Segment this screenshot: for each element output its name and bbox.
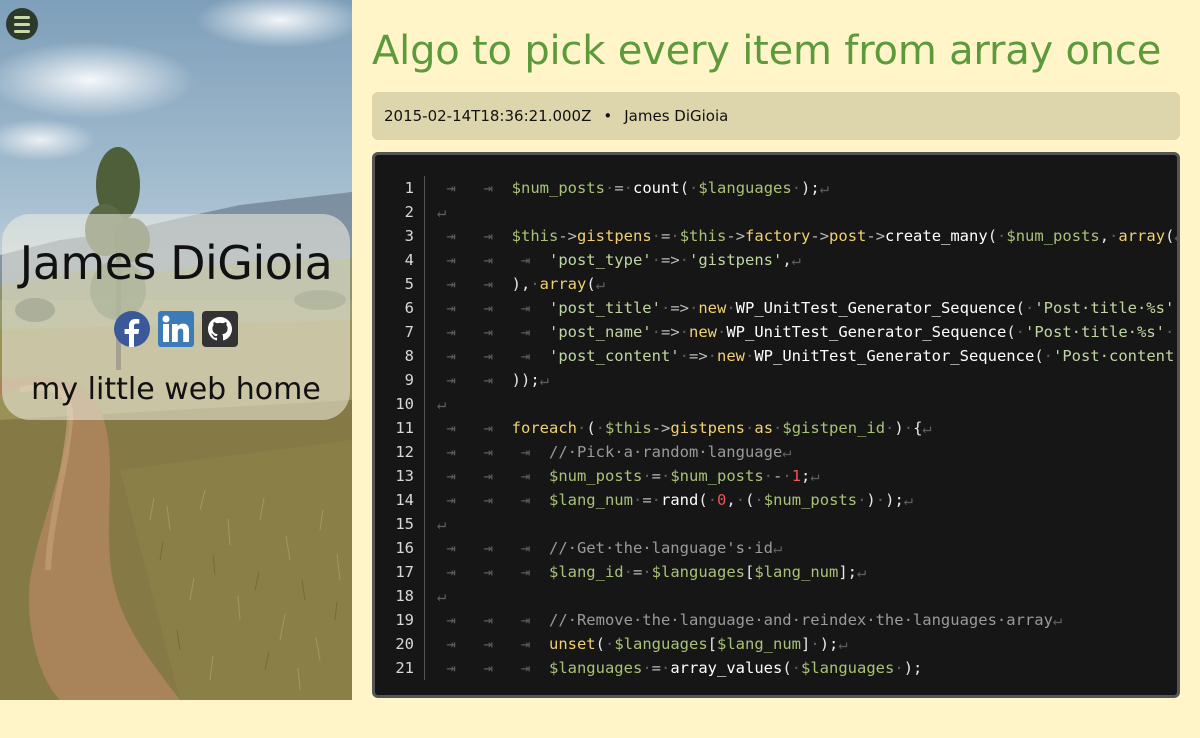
code-line: 16 ⇥ ⇥ ⇥ //·Get·the·language's·id↵ [375, 536, 1177, 560]
code-text: ⇥ ⇥ foreach·(·$this->gistpens·as·$gistpe… [437, 419, 932, 437]
code-line: 1 ⇥ ⇥ $num_posts·=·count(·$languages·);↵ [375, 176, 1177, 200]
code-block[interactable]: 1 ⇥ ⇥ $num_posts·=·count(·$languages·);↵… [372, 152, 1180, 698]
code-line: 3 ⇥ ⇥ $this->gistpens·=·$this->factory->… [375, 224, 1177, 248]
line-number: 11 [375, 416, 425, 440]
code-text: ⇥ ⇥ $num_posts·=·count(·$languages·);↵ [437, 179, 830, 197]
code-text: ↵ [437, 515, 447, 533]
line-number: 1 [375, 176, 425, 200]
code-line: 6 ⇥ ⇥ ⇥ 'post_title'·=>·new·WP_UnitTest_… [375, 296, 1177, 320]
line-number: 2 [375, 200, 425, 224]
code-text: ⇥ ⇥ ),·array(↵ [437, 275, 606, 293]
code-text: ⇥ ⇥ ⇥ 'post_title'·=>·new·WP_UnitTest_Ge… [437, 299, 1177, 317]
code-text: ⇥ ⇥ ));↵ [437, 371, 549, 389]
code-text: ⇥ ⇥ ⇥ $lang_id·=·$languages[$lang_num];↵ [437, 563, 867, 581]
line-number: 15 [375, 512, 425, 536]
post-meta-bar: 2015-02-14T18:36:21.000Z • James DiGioia [372, 92, 1180, 140]
code-line: 13 ⇥ ⇥ ⇥ $num_posts·=·$num_posts·-·1;↵ [375, 464, 1177, 488]
meta-separator: • [603, 107, 613, 125]
code-line: 15 ↵ [375, 512, 1177, 536]
line-number: 3 [375, 224, 425, 248]
code-line: 12 ⇥ ⇥ ⇥ //·Pick·a·random·language↵ [375, 440, 1177, 464]
facebook-link[interactable] [114, 311, 150, 347]
code-text: ⇥ ⇥ ⇥ //·Pick·a·random·language↵ [437, 443, 792, 461]
line-number: 14 [375, 488, 425, 512]
code-line: 21 ⇥ ⇥ ⇥ $languages·=·array_values(·$lan… [375, 656, 1177, 680]
code-line: 11 ⇥ ⇥ foreach·(·$this->gistpens·as·$gis… [375, 416, 1177, 440]
code-text: ⇥ ⇥ ⇥ $num_posts·=·$num_posts·-·1;↵ [437, 467, 820, 485]
post-author[interactable]: James DiGioia [624, 107, 728, 125]
linkedin-link[interactable] [158, 311, 194, 347]
code-lines: 1 ⇥ ⇥ $num_posts·=·count(·$languages·);↵… [375, 176, 1177, 680]
post-title: Algo to pick every item from array once [372, 28, 1162, 74]
line-number: 18 [375, 584, 425, 608]
code-text: ⇥ ⇥ ⇥ 'post_type'·=>·'gistpens',↵ [437, 251, 802, 269]
github-link[interactable] [202, 311, 238, 347]
line-number: 6 [375, 296, 425, 320]
line-number: 12 [375, 440, 425, 464]
profile-name: James DiGioia [19, 236, 333, 290]
line-number: 8 [375, 344, 425, 368]
social-links [2, 311, 350, 347]
code-line: 2 ↵ [375, 200, 1177, 224]
line-number: 13 [375, 464, 425, 488]
line-number: 17 [375, 560, 425, 584]
line-number: 4 [375, 248, 425, 272]
github-icon [202, 311, 238, 347]
code-line: 10 ↵ [375, 392, 1177, 416]
linkedin-icon [158, 311, 194, 347]
code-line: 7 ⇥ ⇥ ⇥ 'post_name'·=>·new·WP_UnitTest_G… [375, 320, 1177, 344]
code-text: ⇥ ⇥ $this->gistpens·=·$this->factory->po… [437, 227, 1177, 245]
code-line: 20 ⇥ ⇥ ⇥ unset(·$languages[$lang_num]·);… [375, 632, 1177, 656]
facebook-icon [114, 311, 150, 347]
line-number: 19 [375, 608, 425, 632]
code-line: 14 ⇥ ⇥ ⇥ $lang_num·=·rand(·0,·(·$num_pos… [375, 488, 1177, 512]
code-text: ⇥ ⇥ ⇥ 'post_name'·=>·new·WP_UnitTest_Gen… [437, 323, 1177, 341]
code-text: ⇥ ⇥ ⇥ //·Remove·the·language·and·reindex… [437, 611, 1063, 629]
line-number: 9 [375, 368, 425, 392]
line-number: 16 [375, 536, 425, 560]
menu-button[interactable] [6, 8, 38, 40]
sidebar: James DiGioia my little web home [0, 0, 352, 700]
code-line: 4 ⇥ ⇥ ⇥ 'post_type'·=>·'gistpens',↵ [375, 248, 1177, 272]
line-number: 10 [375, 392, 425, 416]
code-line: 9 ⇥ ⇥ ));↵ [375, 368, 1177, 392]
code-line: 19 ⇥ ⇥ ⇥ //·Remove·the·language·and·rein… [375, 608, 1177, 632]
code-line: 5 ⇥ ⇥ ),·array(↵ [375, 272, 1177, 296]
post-date: 2015-02-14T18:36:21.000Z [384, 107, 592, 125]
profile-card: James DiGioia my little web home [2, 214, 350, 420]
code-text: ↵ [437, 203, 447, 221]
code-text: ⇥ ⇥ ⇥ 'post_content'·=>·new·WP_UnitTest_… [437, 347, 1177, 365]
hamburger-menu-icon [14, 15, 30, 19]
tagline: my little web home [31, 372, 321, 407]
code-line: 8 ⇥ ⇥ ⇥ 'post_content'·=>·new·WP_UnitTes… [375, 344, 1177, 368]
line-number: 7 [375, 320, 425, 344]
code-text: ↵ [437, 395, 447, 413]
line-number: 20 [375, 632, 425, 656]
code-text: ↵ [437, 587, 447, 605]
code-line: 17 ⇥ ⇥ ⇥ $lang_id·=·$languages[$lang_num… [375, 560, 1177, 584]
code-line: 18 ↵ [375, 584, 1177, 608]
line-number: 21 [375, 656, 425, 680]
code-text: ⇥ ⇥ ⇥ unset(·$languages[$lang_num]·);↵ [437, 635, 848, 653]
line-number: 5 [375, 272, 425, 296]
code-text: ⇥ ⇥ ⇥ //·Get·the·language's·id↵ [437, 539, 783, 557]
code-text: ⇥ ⇥ ⇥ $lang_num·=·rand(·0,·(·$num_posts·… [437, 491, 914, 509]
code-text: ⇥ ⇥ ⇥ $languages·=·array_values(·$langua… [437, 659, 923, 677]
